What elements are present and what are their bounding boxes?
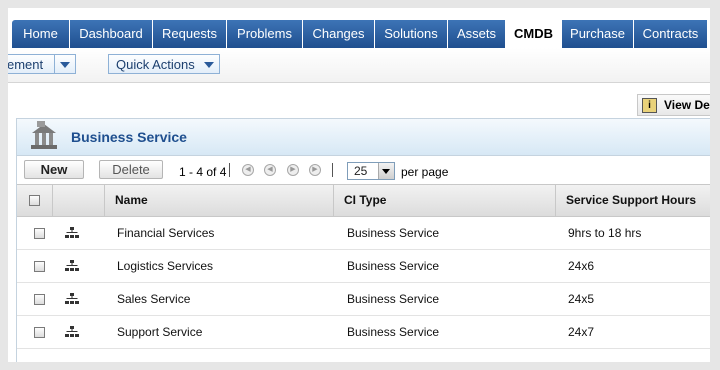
tab-contracts[interactable]: Contracts [634, 20, 708, 48]
next-page-icon[interactable]: ▶ [287, 164, 299, 176]
select-all-checkbox[interactable] [29, 195, 40, 206]
management-dropdown-label: ement [8, 57, 44, 72]
table-row[interactable]: Financial Services Business Service 9hrs… [17, 217, 710, 250]
tab-dashboard[interactable]: Dashboard [70, 20, 153, 48]
view-details-label: View De [664, 98, 710, 112]
row-checkbox[interactable] [34, 327, 45, 338]
nav-tabs: Home Dashboard Requests Problems Changes… [12, 20, 708, 48]
tab-changes[interactable]: Changes [303, 20, 375, 48]
cell-support-hours: 24x6 [568, 259, 595, 273]
column-header-ci-type[interactable]: CI Type [334, 185, 556, 216]
select-all-column [17, 185, 53, 216]
previous-page-icon[interactable]: ◀ [264, 164, 276, 176]
relationship-tree-icon[interactable] [65, 227, 79, 239]
relationship-tree-icon[interactable] [65, 293, 79, 305]
tab-cmdb[interactable]: CMDB [506, 20, 562, 48]
cell-support-hours: 9hrs to 18 hrs [568, 226, 642, 240]
new-button[interactable]: New [24, 160, 84, 179]
column-header-service-support-hours[interactable]: Service Support Hours [556, 185, 710, 216]
cell-support-hours: 24x5 [568, 292, 595, 306]
table-row[interactable]: Support Service Business Service 24x7 [17, 316, 710, 349]
cell-ci-type: Business Service [347, 325, 440, 339]
building-icon [31, 121, 57, 149]
quick-actions-dropdown[interactable]: Quick Actions [108, 54, 220, 74]
chevron-down-icon [199, 55, 219, 73]
table-header: Name CI Type Service Support Hours [17, 184, 710, 217]
cell-name[interactable]: Support Service [117, 316, 202, 348]
tab-requests[interactable]: Requests [153, 20, 227, 48]
business-service-panel: Business Service New Delete 1 - 4 of 4 ◀… [16, 118, 710, 362]
table-row[interactable]: Sales Service Business Service 24x5 [17, 283, 710, 316]
row-checkbox[interactable] [34, 261, 45, 272]
tab-home[interactable]: Home [12, 20, 70, 48]
quick-actions-label: Quick Actions [116, 57, 195, 72]
chevron-down-icon [378, 163, 394, 179]
pagination-divider [229, 163, 230, 177]
row-checkbox[interactable] [34, 228, 45, 239]
per-page-select[interactable]: 25 [347, 162, 395, 180]
row-checkbox[interactable] [34, 294, 45, 305]
app-window: Home Dashboard Requests Problems Changes… [8, 8, 710, 362]
tab-solutions[interactable]: Solutions [375, 20, 448, 48]
cell-ci-type: Business Service [347, 226, 440, 240]
tab-problems[interactable]: Problems [227, 20, 303, 48]
table-row[interactable]: Logistics Services Business Service 24x6 [17, 250, 710, 283]
tab-purchase[interactable]: Purchase [562, 20, 634, 48]
column-header-name[interactable]: Name [105, 185, 334, 216]
tab-assets[interactable]: Assets [448, 20, 506, 48]
view-details-button[interactable]: i View De [637, 94, 710, 116]
main-nav: Home Dashboard Requests Problems Changes… [8, 20, 710, 48]
delete-button[interactable]: Delete [99, 160, 163, 179]
relationship-tree-icon[interactable] [65, 260, 79, 272]
panel-toolbar: New Delete 1 - 4 of 4 ◀ ◀ ▶ ▶ 25 per pag… [17, 156, 710, 184]
pagination-divider [332, 163, 333, 177]
cell-support-hours: 24x7 [568, 325, 595, 339]
chevron-down-icon [54, 55, 75, 73]
pagination-range: 1 - 4 of 4 [179, 165, 227, 179]
sub-toolbar: ement Quick Actions [8, 48, 710, 83]
cell-name[interactable]: Logistics Services [117, 250, 213, 282]
panel-header: Business Service [17, 119, 710, 156]
panel-title: Business Service [71, 129, 187, 145]
cell-ci-type: Business Service [347, 292, 440, 306]
cell-name[interactable]: Financial Services [117, 217, 214, 249]
management-dropdown[interactable]: ement [8, 54, 76, 74]
info-icon: i [642, 98, 657, 113]
relationship-tree-icon[interactable] [65, 326, 79, 338]
cell-ci-type: Business Service [347, 259, 440, 273]
tree-column [53, 185, 105, 216]
cell-name[interactable]: Sales Service [117, 283, 190, 315]
per-page-label: per page [401, 165, 449, 179]
per-page-value: 25 [354, 164, 368, 178]
last-page-icon[interactable]: ▶ [309, 164, 321, 176]
first-page-icon[interactable]: ◀ [242, 164, 254, 176]
